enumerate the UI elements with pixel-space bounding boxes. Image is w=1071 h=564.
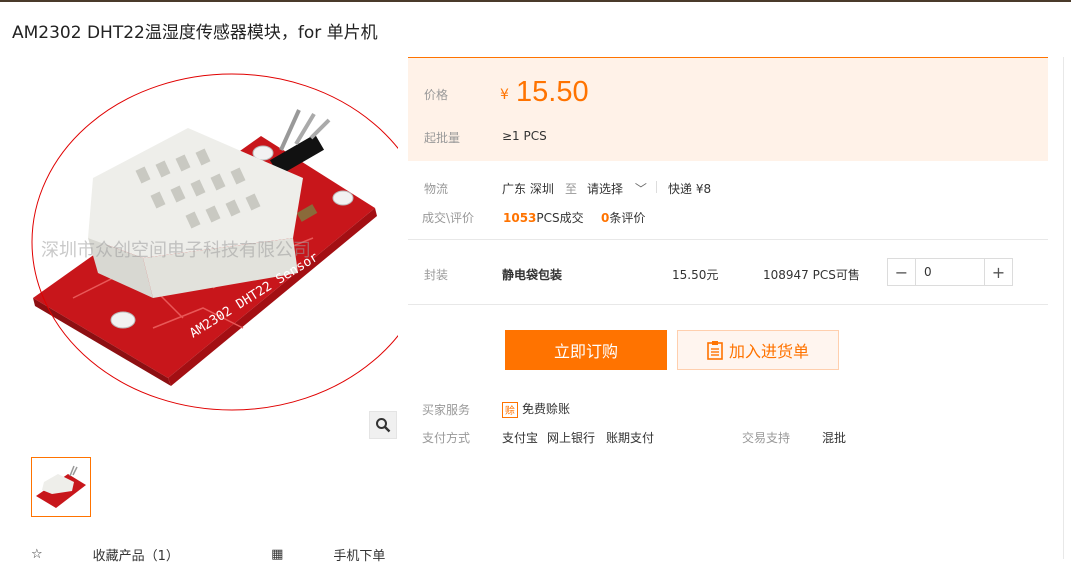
free-credit-label: 免费赊账 <box>522 402 571 416</box>
zoom-button[interactable] <box>369 411 397 439</box>
separator <box>408 304 1048 305</box>
favorite-action[interactable]: ☆ 收藏产品（1） <box>31 545 223 564</box>
add-to-purchase-list-label: 加入进货单 <box>728 342 809 361</box>
divider <box>656 181 657 193</box>
price-box <box>408 57 1048 161</box>
minus-button[interactable]: − <box>888 259 916 285</box>
deals-count-suffix: PCS成交 <box>536 211 584 225</box>
star-icon: ☆ <box>31 547 43 562</box>
moq-label: 起批量 <box>424 131 461 145</box>
sku-label: 封装 <box>424 268 449 282</box>
sku-price: 15.50元 <box>672 268 719 282</box>
services-label: 买家服务 <box>422 403 471 417</box>
quantity-stepper: − + <box>887 258 1013 286</box>
deals-summary: 1053PCS成交 <box>503 209 584 226</box>
top-border <box>0 0 1071 2</box>
sku-name: 静电袋包装 <box>502 268 563 282</box>
reviews-suffix: 条评价 <box>609 211 646 225</box>
price-value: 15.50 <box>516 76 589 108</box>
bottom-actions: ☆ 收藏产品（1） ▦ 手机下单 <box>31 545 473 564</box>
chevron-down-icon: ﹀ <box>634 182 647 196</box>
add-to-purchase-list-button[interactable]: 加入进货单 <box>677 330 839 370</box>
product-photo: AM2302 DHT22 Sensor 深圳市众创空间电子科技有限公司 <box>31 73 398 411</box>
quantity-input[interactable] <box>916 259 984 285</box>
price-label: 价格 <box>424 88 449 102</box>
trade-support-label: 交易支持 <box>742 431 791 445</box>
payment-label: 支付方式 <box>422 431 471 445</box>
payment-method-bank: 网上银行 <box>547 431 596 445</box>
product-title: AM2302 DHT22温湿度传感器模块，for 单片机 <box>12 23 378 43</box>
free-credit-service[interactable]: 赊免费赊账 <box>502 400 570 418</box>
destination-value: 请选择 <box>587 182 624 196</box>
logistics-label: 物流 <box>424 182 449 196</box>
qrcode-icon: ▦ <box>271 547 284 562</box>
product-main-image[interactable]: AM2302 DHT22 Sensor 深圳市众创空间电子科技有限公司 <box>13 58 398 440</box>
thumbnail-image <box>36 465 86 508</box>
logistics-origin: 广东 深圳 <box>502 182 554 196</box>
moq-value: ≥1 PCS <box>502 129 547 143</box>
plus-button[interactable]: + <box>984 259 1012 285</box>
logistics-to: 至 <box>565 182 578 196</box>
thumbnail-1[interactable] <box>31 457 91 517</box>
deals-label: 成交\评价 <box>422 211 475 225</box>
separator <box>408 239 1048 240</box>
favorite-label: 收藏产品（1） <box>92 549 179 564</box>
credit-badge-icon: 赊 <box>502 401 518 418</box>
image-watermark: 深圳市众创空间电子科技有限公司 <box>41 240 311 261</box>
price-currency: ¥ <box>500 87 509 103</box>
mobile-order-action[interactable]: ▦ 手机下单 <box>271 545 429 564</box>
destination-select[interactable]: 请选择 ﹀ <box>587 180 647 197</box>
clipboard-icon <box>707 341 723 360</box>
magnifier-icon <box>376 418 391 433</box>
payment-method-alipay: 支付宝 <box>502 431 539 445</box>
sku-stock: 108947 PCS可售 <box>763 268 860 282</box>
right-divider <box>1063 57 1064 559</box>
deals-count: 1053 <box>503 211 537 225</box>
express-fee: 快递 ¥8 <box>668 182 712 196</box>
trade-support-value: 混批 <box>822 431 847 445</box>
buy-now-button[interactable]: 立即订购 <box>505 330 667 370</box>
payment-method-credit: 账期支付 <box>606 431 655 445</box>
mobile-order-label: 手机下单 <box>333 549 386 564</box>
reviews-link[interactable]: 0条评价 <box>601 209 645 226</box>
